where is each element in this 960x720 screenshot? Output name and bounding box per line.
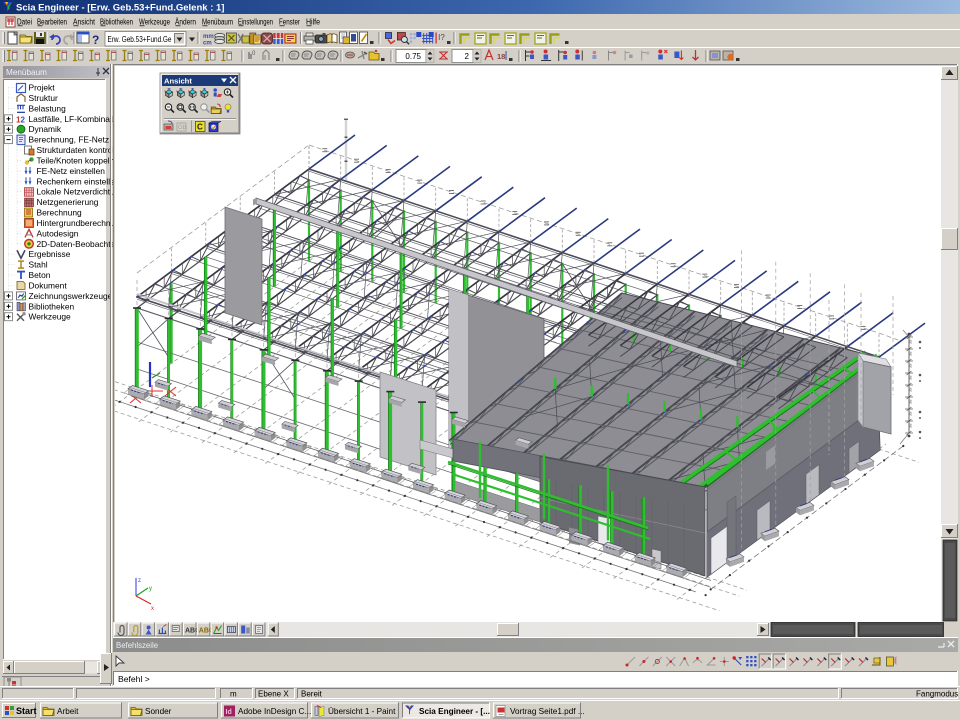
svg-text:Gb: Gb <box>178 125 187 131</box>
svg-text:Dokument: Dokument <box>29 280 68 290</box>
svg-text:38: 38 <box>908 423 913 428</box>
svg-text:Fenster: Fenster <box>279 18 300 27</box>
svg-text:FE-Netz einstellen: FE-Netz einstellen <box>37 166 106 176</box>
svg-text:Rechenkern einsteller: Rechenkern einsteller <box>37 176 118 186</box>
svg-text:38: 38 <box>908 351 913 356</box>
svg-text:mm: mm <box>203 34 214 40</box>
svg-text:Arbeit: Arbeit <box>57 707 79 716</box>
svg-text:Beton: Beton <box>29 270 51 280</box>
svg-text:Stahl: Stahl <box>29 260 48 270</box>
svg-text:38: 38 <box>908 411 913 416</box>
svg-text:Dynamik: Dynamik <box>29 124 62 134</box>
svg-text:Hintergrundberechnur: Hintergrundberechnur <box>37 218 119 228</box>
svg-text:Bereit: Bereit <box>301 690 323 699</box>
svg-text:Ergebnisse: Ergebnisse <box>29 249 71 259</box>
svg-text:38: 38 <box>908 387 913 392</box>
svg-text:Befehlszeile: Befehlszeile <box>116 641 158 650</box>
svg-text:x: x <box>151 606 154 612</box>
svg-text:cm: cm <box>203 41 212 47</box>
svg-text:Projekt: Projekt <box>29 83 56 93</box>
svg-text:38: 38 <box>908 363 913 368</box>
svg-text:?: ? <box>92 33 99 47</box>
svg-text:Scia Engineer - [Erw. Geb.53+F: Scia Engineer - [Erw. Geb.53+Fund.Gelenk… <box>16 3 224 14</box>
svg-text:Werkzeuge: Werkzeuge <box>139 18 170 27</box>
svg-text:38: 38 <box>908 399 913 404</box>
svg-text:Werkzeuge: Werkzeuge <box>29 312 72 322</box>
svg-text:Ändern: Ändern <box>175 18 196 27</box>
svg-text:Ansicht: Ansicht <box>73 18 96 27</box>
svg-text:Adobe InDesign C...: Adobe InDesign C... <box>238 707 311 716</box>
svg-text:Erw. Geb.53+Fund.Ge: Erw. Geb.53+Fund.Ge <box>108 34 172 44</box>
svg-text:y: y <box>149 586 152 592</box>
svg-text:Berechnung, FE-Netz: Berechnung, FE-Netz <box>29 135 110 145</box>
svg-text:Menübaum: Menübaum <box>202 18 233 27</box>
svg-text:Vortrag Seite1.pdf ...: Vortrag Seite1.pdf ... <box>510 707 585 716</box>
svg-text:2: 2 <box>21 115 26 124</box>
svg-text:Ebene X: Ebene X <box>258 690 289 699</box>
svg-text:Ansicht: Ansicht <box>164 77 192 86</box>
svg-text:Autodesign: Autodesign <box>37 228 79 238</box>
svg-text:Fangmodus: Fangmodus <box>916 690 958 699</box>
svg-text:38: 38 <box>908 375 913 380</box>
svg-text:Übersicht 1 - Paint: Übersicht 1 - Paint <box>328 706 396 716</box>
svg-text:Lokale Netzverdichtur: Lokale Netzverdichtur <box>37 187 118 197</box>
svg-text:Hilfe: Hilfe <box>306 18 321 27</box>
svg-text:0.75: 0.75 <box>405 52 421 61</box>
svg-text:Id: Id <box>226 709 232 716</box>
svg-text:Bibliotheken: Bibliotheken <box>29 301 75 311</box>
svg-text:Bibliotheken: Bibliotheken <box>100 18 133 27</box>
svg-text:18: 18 <box>497 52 505 61</box>
svg-text:z: z <box>138 578 141 584</box>
svg-text:Berechnung: Berechnung <box>37 208 83 218</box>
svg-text:m: m <box>230 690 237 699</box>
svg-text:Zeichnungswerkzeuge: Zeichnungswerkzeuge <box>29 291 113 301</box>
svg-text:Befehl >: Befehl > <box>118 674 150 684</box>
svg-text:Belastung: Belastung <box>29 103 67 113</box>
svg-text:2D-Daten-Beobachte: 2D-Daten-Beobachte <box>37 239 116 249</box>
svg-text:2: 2 <box>465 52 470 61</box>
svg-text:Datei: Datei <box>17 18 32 27</box>
svg-text:Sonder: Sonder <box>145 707 172 716</box>
svg-text:Einstellungen: Einstellungen <box>238 18 273 27</box>
svg-text:Teile/Knoten koppeln: Teile/Knoten koppeln <box>37 155 115 165</box>
svg-text:Menübaum: Menübaum <box>6 68 47 77</box>
svg-text:Bearbeiten: Bearbeiten <box>37 18 67 27</box>
svg-text:Start: Start <box>16 706 37 716</box>
svg-text:Netzgenerierung: Netzgenerierung <box>37 197 99 207</box>
svg-text:C: C <box>197 123 203 132</box>
svg-text:Strukturdaten kontrolli: Strukturdaten kontrolli <box>37 145 119 155</box>
svg-text:Struktur: Struktur <box>29 93 59 103</box>
svg-text:Lastfälle, LF-Kombinatior: Lastfälle, LF-Kombinatior <box>29 114 122 124</box>
svg-text:Scia Engineer - [...: Scia Engineer - [... <box>419 707 490 716</box>
svg-text:I?: I? <box>438 33 445 42</box>
svg-text:38: 38 <box>908 339 913 344</box>
